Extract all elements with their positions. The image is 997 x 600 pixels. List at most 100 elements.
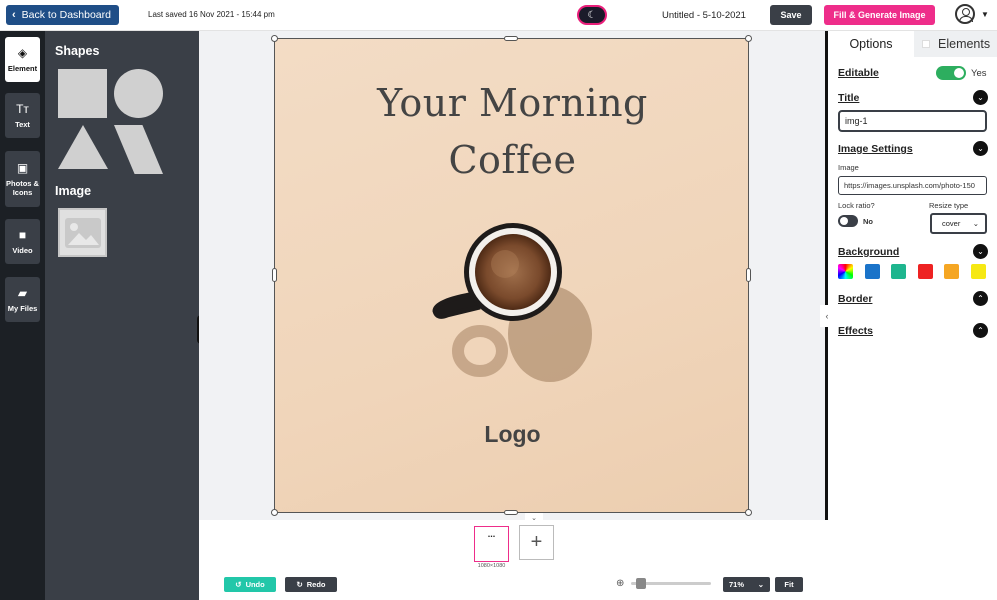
image-field-label: Image	[838, 163, 859, 172]
parallelogram-shape[interactable]	[114, 125, 163, 174]
undo-icon: ↺	[235, 580, 242, 589]
save-button[interactable]: Save	[770, 5, 812, 25]
resize-handle[interactable]	[272, 268, 277, 282]
border-toggle[interactable]: ⌃	[973, 291, 988, 306]
elements-tab-icon	[922, 40, 930, 48]
effects-label: Effects	[838, 325, 874, 337]
elements-panel: Shapes Image	[45, 31, 199, 600]
lock-ratio-label: Lock ratio?	[838, 201, 875, 210]
folder-icon: ▰	[17, 286, 28, 301]
image-settings-toggle[interactable]: ⌄	[973, 141, 988, 156]
zoom-select[interactable]: 71% ⌄	[723, 577, 770, 592]
title-section-label: Title	[838, 92, 860, 104]
editable-toggle[interactable]	[936, 66, 966, 80]
undo-button[interactable]: ↺ Undo	[224, 577, 276, 592]
document-title[interactable]: Untitled - 5-10-2021	[662, 10, 746, 21]
image-placeholder[interactable]	[58, 208, 107, 257]
rail-item-label: My Files	[7, 303, 38, 313]
chevron-left-icon: ‹	[12, 9, 16, 21]
rail-item-video[interactable]: ■ Video	[5, 219, 40, 264]
rail-item-photos-icons[interactable]: ▣ Photos & Icons	[5, 151, 40, 207]
editable-label: Editable	[838, 67, 879, 79]
tab-options[interactable]: Options	[828, 31, 914, 57]
zoom-icon: ⊕	[616, 578, 625, 589]
page-menu-icon[interactable]: ...	[488, 529, 496, 539]
user-menu[interactable]: ▼	[955, 4, 989, 24]
color-swatch-orange[interactable]	[944, 264, 959, 279]
image-heading: Image	[55, 184, 92, 198]
resize-handle[interactable]	[746, 268, 751, 282]
resize-handle[interactable]	[745, 509, 752, 516]
artboard-logo[interactable]: Logo	[275, 421, 750, 448]
resize-type-value: cover	[942, 219, 961, 228]
dark-mode-toggle[interactable]: ☾	[577, 5, 607, 25]
chevron-down-icon: ⌄	[972, 219, 979, 228]
rail-item-text[interactable]: Tт Text	[5, 93, 40, 138]
background-label: Background	[838, 246, 900, 258]
page-size-label: 1080×1080	[477, 563, 506, 569]
redo-button[interactable]: ↻ Redo	[285, 577, 337, 592]
zoom-value: 71%	[729, 580, 745, 589]
rail-item-element[interactable]: ◈ Element	[5, 37, 40, 82]
image-settings-label: Image Settings	[838, 143, 913, 155]
resize-handle[interactable]	[271, 35, 278, 42]
editable-value: Yes	[971, 68, 987, 79]
chevron-down-icon: ▼	[981, 9, 989, 19]
color-swatch-red[interactable]	[918, 264, 933, 279]
layers-icon: ◈	[17, 46, 28, 61]
circle-shape[interactable]	[114, 69, 163, 118]
back-to-dashboard-label: Back to Dashboard	[21, 9, 111, 21]
border-label: Border	[838, 293, 873, 305]
lock-ratio-value: No	[863, 217, 873, 226]
effects-toggle[interactable]: ⌃	[973, 323, 988, 338]
back-to-dashboard-button[interactable]: ‹ Back to Dashboard	[6, 5, 119, 25]
color-swatch-blue[interactable]	[865, 264, 880, 279]
resize-handle[interactable]	[745, 35, 752, 42]
tab-elements-label: Elements	[938, 37, 991, 51]
photos-icon: ▣	[16, 161, 29, 176]
resize-type-label: Resize type	[929, 201, 969, 210]
top-bar: ‹ Back to Dashboard Last saved 16 Nov 20…	[0, 0, 997, 31]
add-page-button[interactable]: +	[519, 525, 554, 560]
design-artboard[interactable]: Your Morning Coffee Logo	[274, 38, 749, 513]
rail-item-my-files[interactable]: ▰ My Files	[5, 277, 40, 322]
title-input[interactable]: img-1	[838, 110, 987, 132]
page-thumbnail[interactable]: ...	[474, 526, 509, 562]
lock-ratio-toggle[interactable]	[838, 215, 858, 227]
resize-type-select[interactable]: cover ⌄	[930, 213, 987, 234]
color-swatch-yellow[interactable]	[971, 264, 986, 279]
fit-button[interactable]: Fit	[775, 577, 803, 592]
video-icon: ■	[18, 228, 27, 243]
rail-item-label: Video	[12, 245, 33, 255]
fill-generate-button[interactable]: Fill & Generate Image	[824, 5, 935, 25]
title-collapse-toggle[interactable]: ⌄	[973, 90, 988, 105]
color-swatch-teal[interactable]	[891, 264, 906, 279]
chevron-down-icon: ⌄	[531, 515, 537, 522]
moon-icon: ☾	[587, 9, 597, 21]
toggle-knob	[840, 217, 848, 225]
plus-icon: +	[530, 531, 543, 553]
redo-label: Redo	[306, 580, 326, 589]
resize-handle[interactable]	[504, 510, 518, 515]
background-toggle[interactable]: ⌄	[973, 244, 988, 259]
rail-item-label: Element	[7, 63, 38, 73]
pages-toggle[interactable]: ⌄	[525, 513, 543, 523]
options-panel: Options Elements Editable Yes Title ⌄ im…	[828, 31, 997, 600]
triangle-shape[interactable]	[58, 125, 108, 169]
square-shape[interactable]	[58, 69, 107, 118]
shapes-heading: Shapes	[55, 44, 100, 58]
tab-elements[interactable]: Elements	[914, 31, 997, 57]
left-tool-rail: ◈ Element Tт Text ▣ Photos & Icons ■ Vid…	[0, 31, 45, 600]
image-icon	[64, 217, 101, 248]
undo-label: Undo	[245, 580, 265, 589]
custom-color-swatch[interactable]	[838, 264, 853, 279]
resize-handle[interactable]	[271, 509, 278, 516]
resize-handle[interactable]	[504, 36, 518, 41]
redo-icon: ↻	[296, 580, 303, 589]
image-url-input[interactable]: https://images.unsplash.com/photo-150	[838, 176, 987, 195]
text-icon: Tт	[16, 102, 29, 117]
zoom-slider-thumb[interactable]	[636, 578, 646, 589]
last-saved-text: Last saved 16 Nov 2021 - 15:44 pm	[148, 10, 275, 19]
user-avatar-icon	[955, 4, 975, 24]
rail-item-label: Photos & Icons	[6, 178, 39, 197]
